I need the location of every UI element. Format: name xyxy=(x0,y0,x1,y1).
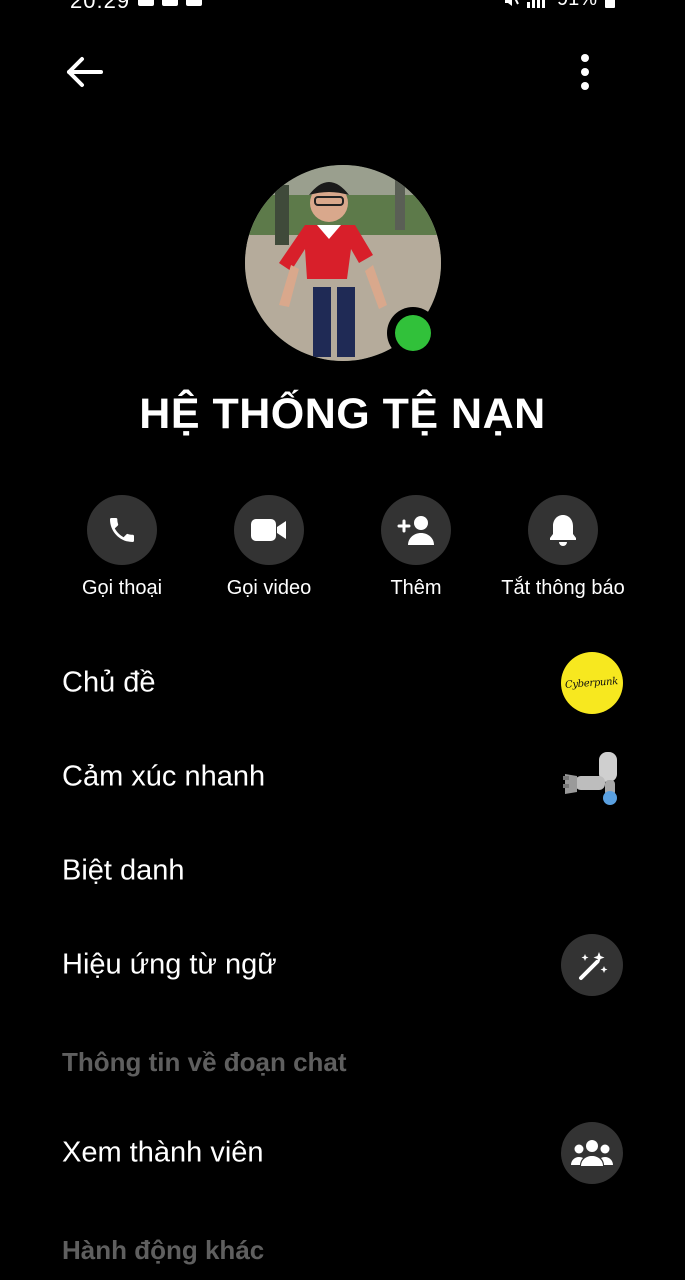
mute-notifications-button[interactable]: Tắt thông báo xyxy=(483,495,643,600)
people-icon xyxy=(571,1140,613,1166)
nicknames-label: Biệt danh xyxy=(62,854,185,887)
word-effects-label: Hiệu ứng từ ngữ xyxy=(62,948,277,981)
section-chat-info-heading: Thông tin về đoạn chat xyxy=(62,1047,347,1077)
quick-reaction-row[interactable]: Cảm xúc nhanh xyxy=(0,737,685,817)
bell-icon xyxy=(550,515,576,546)
status-bar: 20:29 91% xyxy=(0,0,685,18)
quick-reaction-emoji xyxy=(561,746,623,808)
mute-notifications-circle xyxy=(528,495,598,565)
status-notification-icons xyxy=(138,0,202,6)
view-members-label: Xem thành viên xyxy=(62,1136,264,1169)
video-call-circle xyxy=(234,495,304,565)
voice-call-circle xyxy=(87,495,157,565)
video-camera-icon xyxy=(251,519,286,541)
phone-icon xyxy=(110,518,134,542)
video-call-button[interactable]: Gọi video xyxy=(189,495,349,600)
battery-percent: 91% xyxy=(557,0,597,11)
status-time: 20:29 xyxy=(70,0,131,13)
quick-reaction-label: Cảm xúc nhanh xyxy=(62,760,266,793)
word-effects-icon-wrap xyxy=(561,934,623,996)
add-people-label: Thêm xyxy=(390,577,442,599)
theme-badge: Cyberpunk xyxy=(561,652,623,714)
theme-badge-wrap: Cyberpunk xyxy=(561,652,623,714)
back-button[interactable] xyxy=(58,50,110,94)
magic-wand-icon xyxy=(579,952,608,980)
robot-arm-icon xyxy=(563,752,617,805)
video-call-label: Gọi video xyxy=(226,577,312,599)
online-dot xyxy=(395,315,431,351)
notification-icon xyxy=(162,0,178,6)
online-status-indicator xyxy=(387,307,439,359)
theme-row[interactable]: Chủ đề Cyberpunk xyxy=(0,643,685,723)
more-options-button[interactable] xyxy=(565,50,605,94)
view-members-icon-wrap xyxy=(561,1122,623,1184)
theme-label: Chủ đề xyxy=(62,666,156,699)
notification-icon xyxy=(186,0,202,6)
status-right: 91% xyxy=(503,0,615,11)
nicknames-row[interactable]: Biệt danh xyxy=(0,831,685,911)
word-effects-icon-circle xyxy=(561,934,623,996)
theme-badge-text: Cyberpunk xyxy=(565,675,619,691)
battery-icon xyxy=(605,0,615,8)
view-members-row[interactable]: Xem thành viên xyxy=(0,1113,685,1193)
more-vertical-icon xyxy=(581,54,589,90)
top-bar xyxy=(0,40,685,104)
voice-call-label: Gọi thoại xyxy=(81,577,163,599)
section-other-actions-heading: Hành động khác xyxy=(62,1235,265,1265)
arrow-left-icon xyxy=(67,57,103,87)
view-members-icon-circle xyxy=(561,1122,623,1184)
notification-icon xyxy=(138,0,154,6)
add-person-icon xyxy=(397,516,434,545)
mute-icon xyxy=(504,0,519,6)
add-people-button[interactable]: Thêm xyxy=(336,495,496,600)
mute-notifications-label: Tắt thông báo xyxy=(501,577,625,599)
add-people-circle xyxy=(381,495,451,565)
word-effects-row[interactable]: Hiệu ứng từ ngữ xyxy=(0,925,685,1005)
profile-name: HỆ THỐNG TỆ NẠN xyxy=(139,390,546,438)
quick-actions: Gọi thoại Gọi video Thêm Tắt thông báo xyxy=(0,495,685,615)
signal-icon xyxy=(526,0,545,8)
voice-call-button[interactable]: Gọi thoại xyxy=(42,495,202,600)
